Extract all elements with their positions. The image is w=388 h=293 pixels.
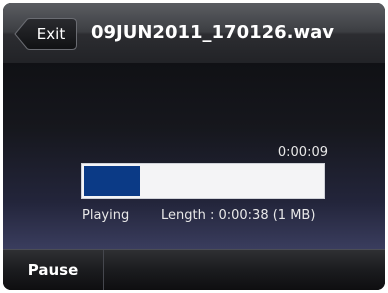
progress-bar[interactable] <box>81 163 325 199</box>
file-title: 09JUN2011_170126.wav <box>91 22 335 43</box>
playback-status: Playing <box>82 208 130 223</box>
pause-button[interactable]: Pause <box>3 250 103 290</box>
softkey-divider <box>103 250 104 290</box>
playback-area: 0:00:09 Playing Length : 0:00:38 (1 MB) <box>3 63 385 249</box>
progress-bar-fill <box>84 166 140 196</box>
title-bar: Exit 09JUN2011_170126.wav <box>3 3 385 63</box>
elapsed-time: 0:00:09 <box>277 145 328 160</box>
length-info: Length : 0:00:38 (1 MB) <box>161 208 316 223</box>
exit-button[interactable]: Exit <box>13 18 77 50</box>
phone-screen: Exit 09JUN2011_170126.wav 0:00:09 Playin… <box>3 3 385 290</box>
softkey-bar: Pause <box>3 249 385 290</box>
exit-button-label: Exit <box>36 25 66 43</box>
